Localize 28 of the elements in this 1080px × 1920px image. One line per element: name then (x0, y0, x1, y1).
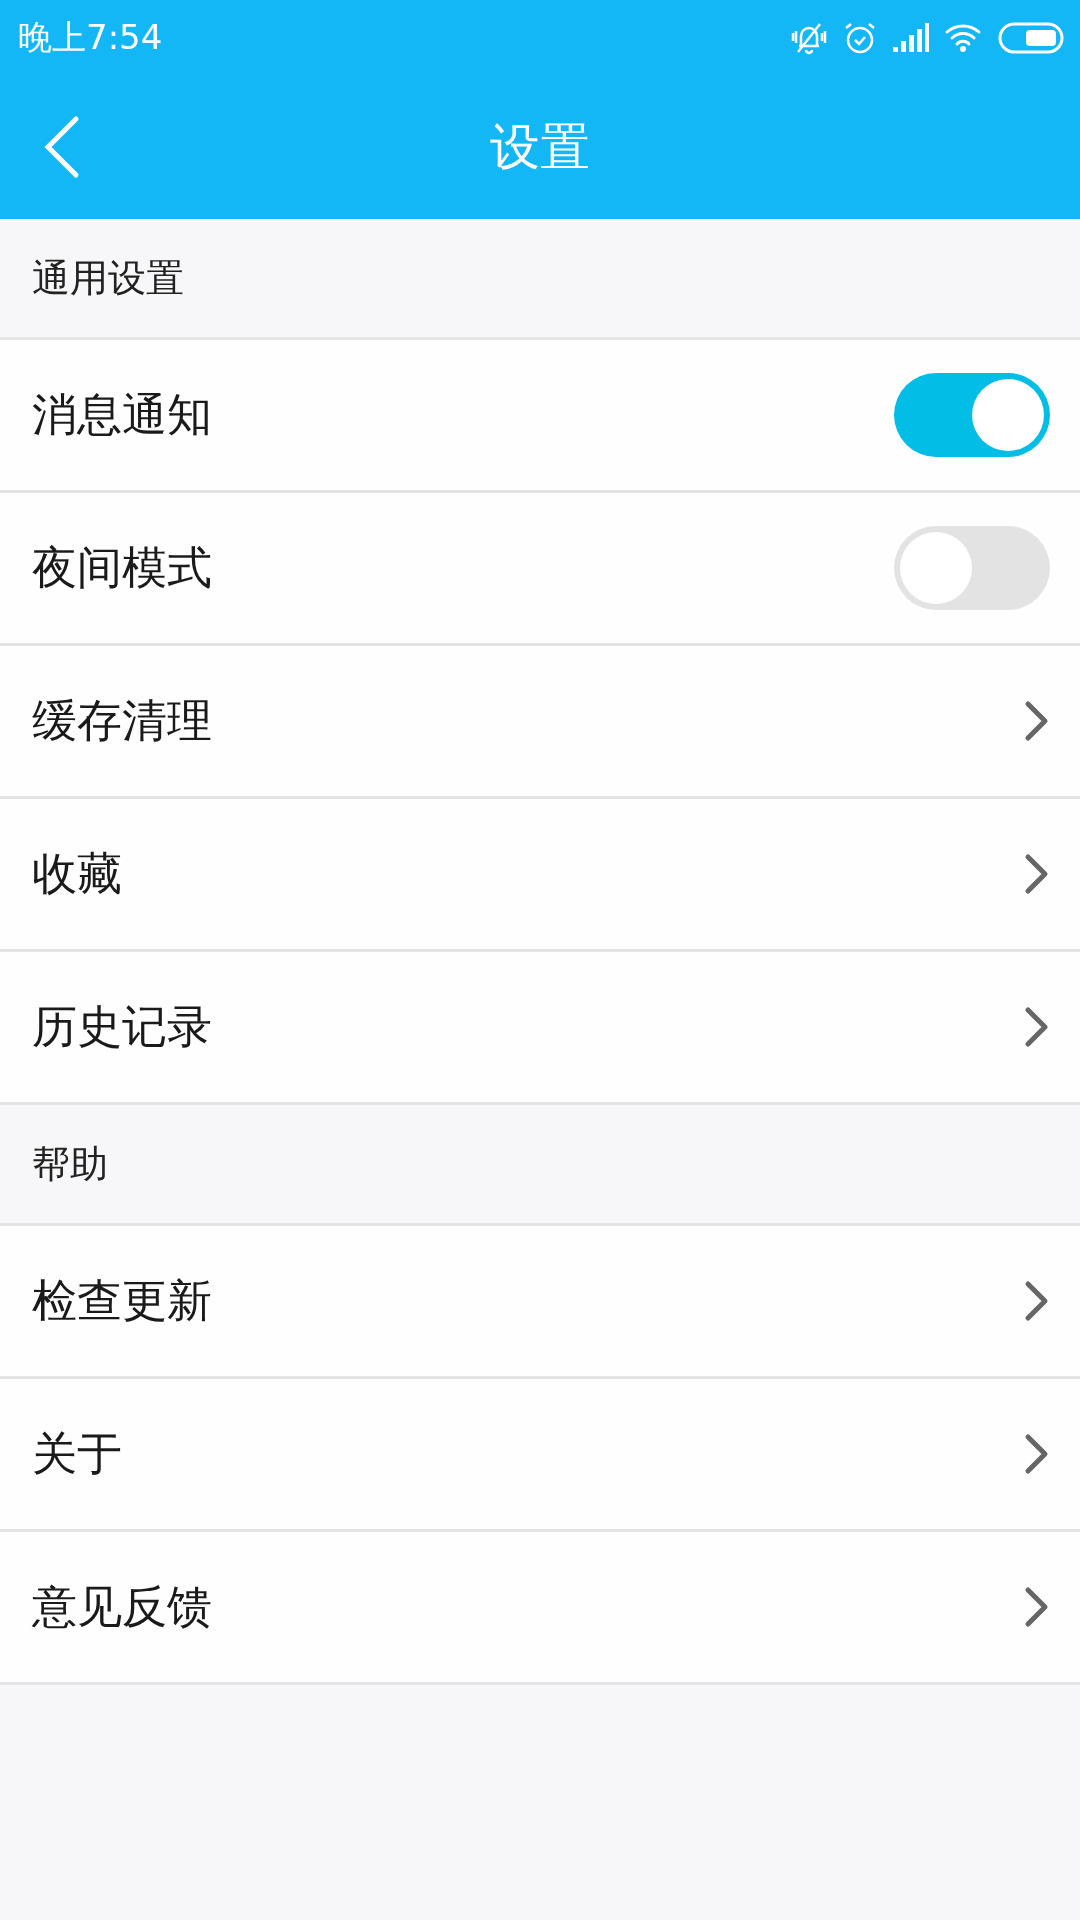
section-header: 帮助 (32, 1140, 108, 1188)
settings-row[interactable]: 历史记录 (0, 952, 1080, 1105)
row-label: 关于 (32, 1426, 122, 1482)
row-label: 夜间模式 (32, 540, 212, 596)
settings-row[interactable]: 夜间模式 (0, 493, 1080, 646)
section-header: 通用设置 (32, 254, 184, 302)
chevron-right-icon (1024, 1433, 1050, 1475)
row-label: 缓存清理 (32, 693, 212, 749)
settings-row[interactable]: 意见反馈 (0, 1532, 1080, 1685)
chevron-right-icon (1024, 1006, 1050, 1048)
status-time: 晚上7:54 (18, 15, 163, 59)
row-label: 历史记录 (32, 999, 212, 1055)
settings-row[interactable]: 缓存清理 (0, 646, 1080, 799)
chevron-right-icon (1024, 1586, 1050, 1628)
settings-row[interactable]: 关于 (0, 1379, 1080, 1532)
settings-row[interactable]: 收藏 (0, 799, 1080, 952)
toolbar-title: 设置 (490, 117, 590, 176)
signal-icon (892, 22, 930, 53)
row-label: 意见反馈 (32, 1579, 212, 1635)
settings-row[interactable]: 消息通知 (0, 340, 1080, 493)
row-label: 消息通知 (32, 387, 212, 443)
row-label: 检查更新 (32, 1273, 212, 1329)
battery-icon (998, 21, 1064, 54)
settings-row[interactable]: 检查更新 (0, 1226, 1080, 1379)
chevron-right-icon (1024, 700, 1050, 742)
chevron-right-icon (1024, 853, 1050, 895)
row-label: 收藏 (32, 846, 122, 902)
chevron-right-icon (1024, 1280, 1050, 1322)
